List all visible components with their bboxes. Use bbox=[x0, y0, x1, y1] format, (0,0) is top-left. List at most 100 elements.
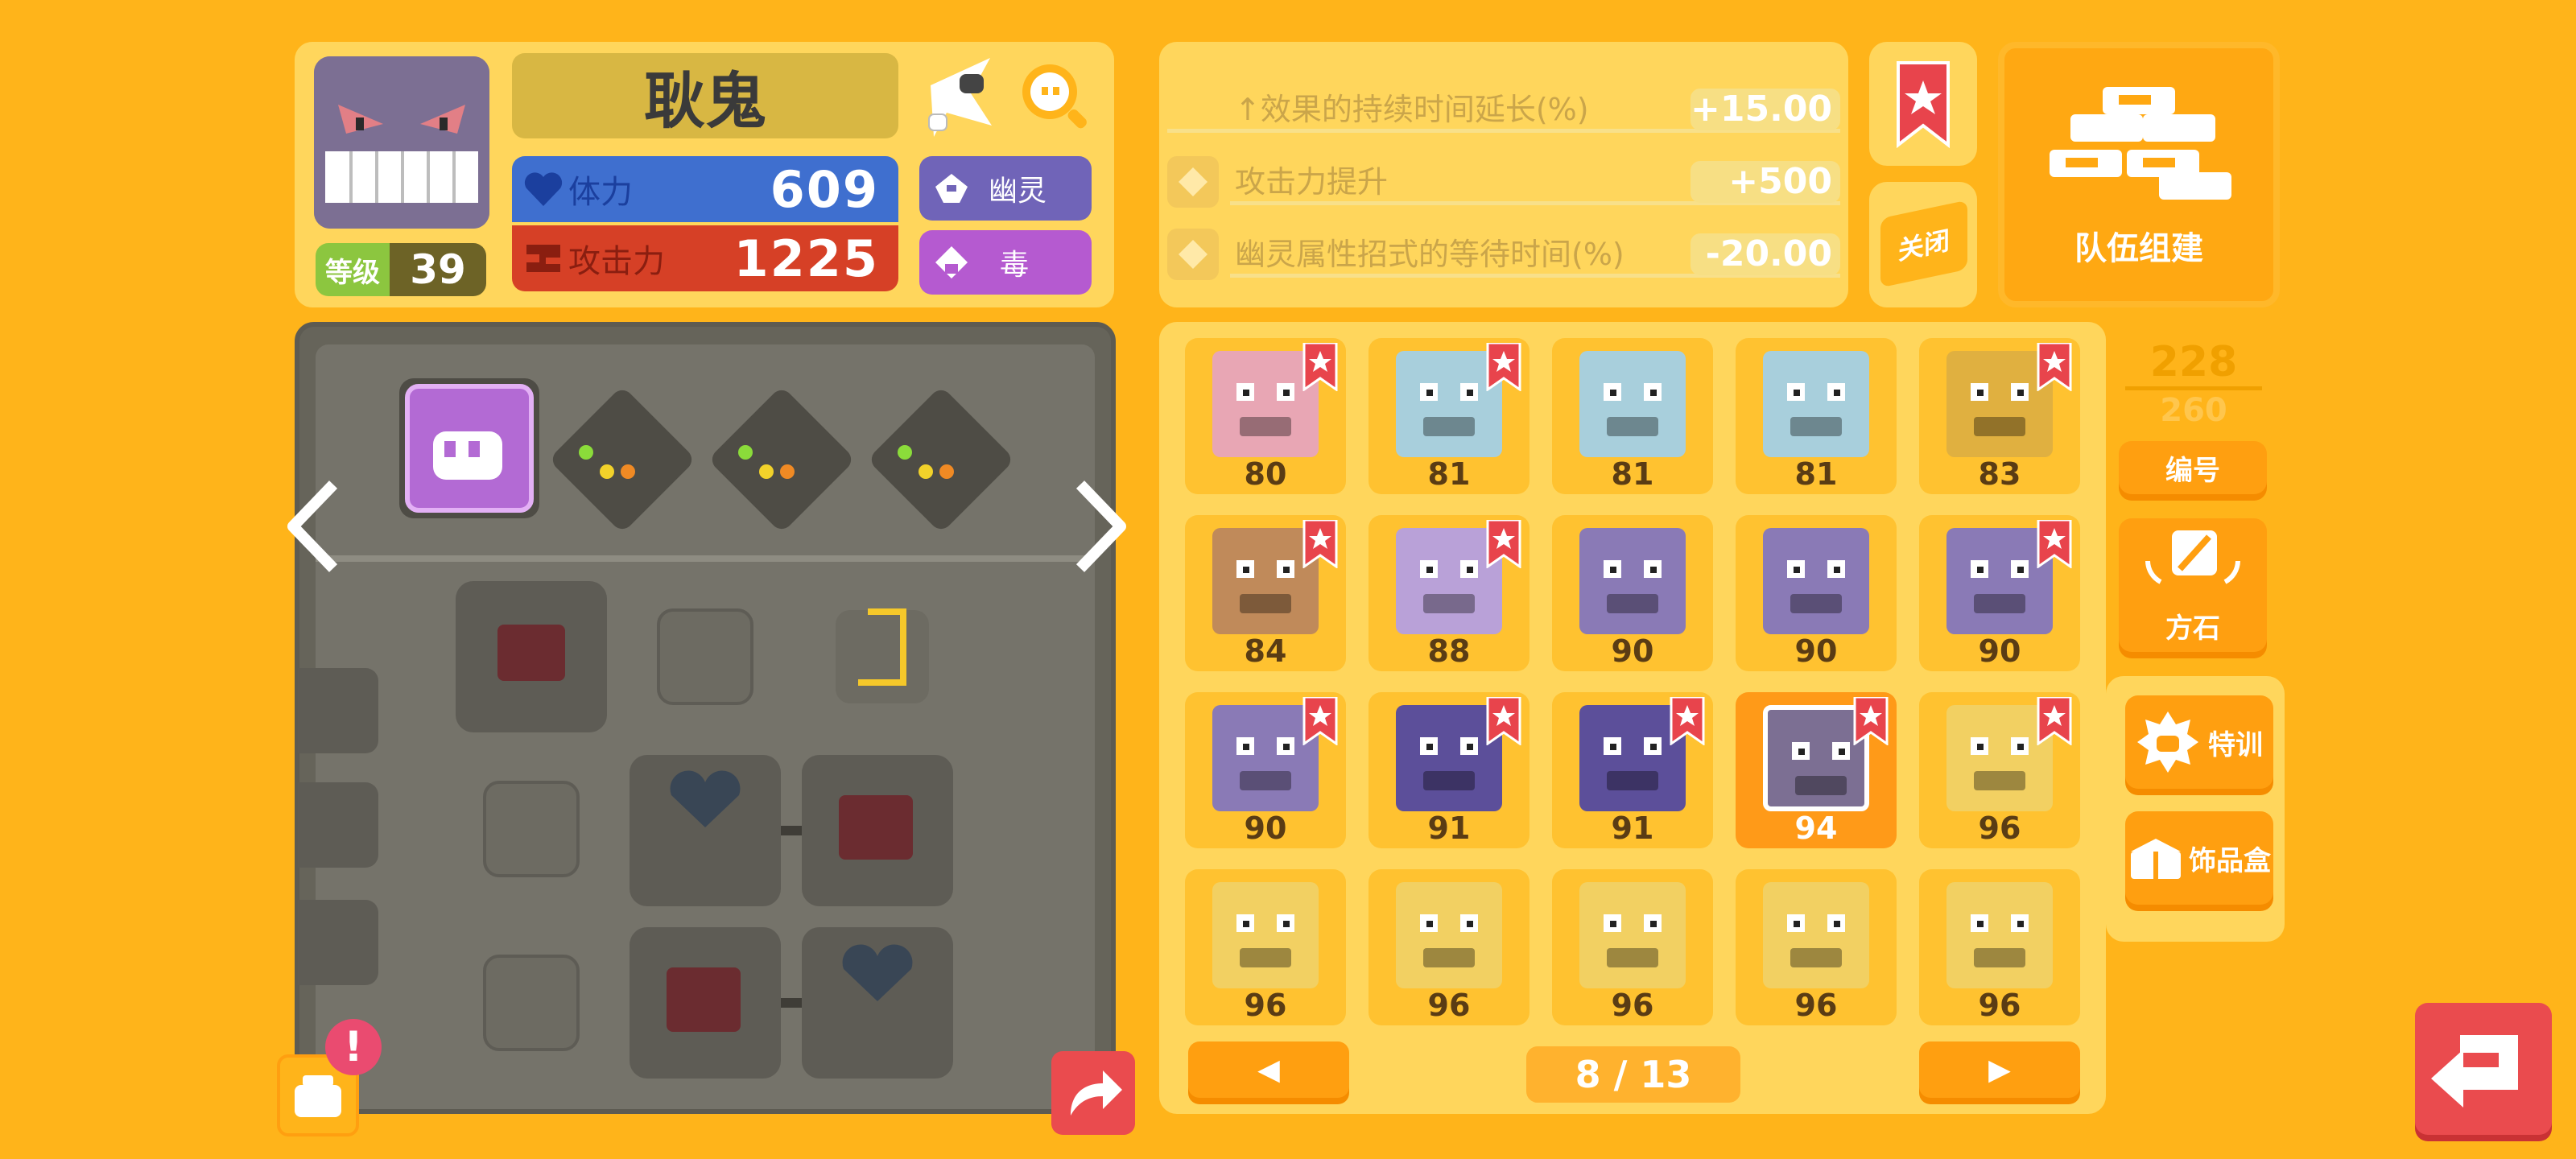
pokemon-slot[interactable]: 90 bbox=[1736, 515, 1897, 671]
heart-icon bbox=[524, 172, 563, 206]
next-page-button[interactable]: ▶ bbox=[1919, 1041, 2080, 1098]
prev-page-button[interactable]: ◀ bbox=[1188, 1041, 1349, 1098]
pokemon-slot[interactable]: 81 bbox=[1368, 338, 1530, 494]
pokemon-slot[interactable]: 96 bbox=[1552, 869, 1713, 1025]
search-button[interactable] bbox=[1018, 60, 1093, 135]
bookmark-star-icon bbox=[2037, 697, 2072, 745]
pokemon-sprite bbox=[1763, 528, 1869, 634]
bookmark-star-icon bbox=[1302, 697, 1338, 745]
pokemon-slot[interactable]: 96 bbox=[1368, 869, 1530, 1025]
hp-value: 609 bbox=[770, 159, 879, 219]
pokemon-info-panel: 等级 39 耿鬼 体力 609 攻击力 1225 幽灵 毒 bbox=[295, 42, 1114, 307]
team-build-label: 队伍组建 bbox=[2074, 230, 2203, 267]
pokemon-slot[interactable]: 96 bbox=[1185, 869, 1346, 1025]
side-tab-type[interactable] bbox=[298, 782, 378, 868]
sort-number-button[interactable]: 编号 bbox=[2119, 441, 2267, 494]
attack-stat: 攻击力 1225 bbox=[512, 225, 898, 291]
pokemon-level: 96 bbox=[1244, 988, 1287, 1023]
team-icon bbox=[2050, 87, 2231, 200]
pokemon-level: 96 bbox=[1427, 988, 1471, 1023]
team-build-button[interactable]: 队伍组建 bbox=[1998, 42, 2280, 307]
close-label: 关闭 bbox=[1897, 225, 1950, 266]
pokemon-slot[interactable]: 96 bbox=[1919, 692, 2080, 848]
bookmark-star-icon bbox=[2037, 520, 2072, 568]
pokemon-sprite bbox=[1396, 882, 1502, 988]
ghost-sprite-icon bbox=[928, 58, 992, 137]
close-button[interactable]: 关闭 bbox=[1880, 200, 1967, 288]
stones-label: 方石 bbox=[2165, 612, 2220, 645]
pokemon-slot[interactable]: 90 bbox=[1552, 515, 1713, 671]
pokemon-level: 81 bbox=[1427, 456, 1471, 492]
skill-stone-icon bbox=[1167, 156, 1219, 208]
share-button[interactable] bbox=[1051, 1051, 1135, 1135]
training-label: 特训 bbox=[2208, 728, 2263, 761]
attack-value: 1225 bbox=[733, 229, 879, 288]
stone-swap-icon bbox=[2145, 530, 2240, 584]
pokemon-level: 90 bbox=[1978, 633, 2021, 669]
pokemon-level: 96 bbox=[1978, 810, 2021, 846]
accessory-box-button[interactable]: 饰品盒 bbox=[2125, 811, 2273, 905]
pokemon-slot[interactable]: 90 bbox=[1919, 515, 2080, 671]
pokemon-level: 96 bbox=[1611, 988, 1654, 1023]
attack-label: 攻击力 bbox=[568, 243, 665, 280]
attack-icon bbox=[526, 245, 560, 272]
type-label: 毒 bbox=[1000, 249, 1030, 282]
bookmark-star-icon bbox=[2037, 343, 2072, 391]
pokemon-level: 96 bbox=[1794, 988, 1838, 1023]
pokemon-sprite bbox=[1212, 882, 1319, 988]
pokemon-level: 90 bbox=[1244, 810, 1287, 846]
pokemon-slot[interactable]: 96 bbox=[1919, 869, 2080, 1025]
skill-row: 攻击力提升 +500 bbox=[1167, 150, 1840, 214]
skill-row: ↑效果的持续时间延长(%) +15.00 bbox=[1167, 77, 1840, 142]
pokemon-name: 耿鬼 bbox=[512, 53, 898, 138]
pokemon-level: 91 bbox=[1611, 810, 1654, 846]
stone-board-graphic bbox=[316, 378, 1095, 1079]
training-icon bbox=[2137, 711, 2198, 773]
search-icon bbox=[1022, 64, 1087, 129]
pokemon-slot[interactable]: 91 bbox=[1368, 692, 1530, 848]
pokemon-slot[interactable]: 81 bbox=[1552, 338, 1713, 494]
type-badge-ghost: 幽灵 bbox=[919, 156, 1092, 221]
pokemon-level: 88 bbox=[1427, 633, 1471, 669]
bookmark-star-icon bbox=[1670, 697, 1705, 745]
type-badge-poison: 毒 bbox=[919, 230, 1092, 295]
bookmark-star-icon bbox=[1486, 520, 1521, 568]
hp-stat: 体力 609 bbox=[512, 156, 898, 222]
accessory-label: 饰品盒 bbox=[2189, 844, 2271, 877]
bookmark-toggle[interactable] bbox=[1869, 42, 1977, 166]
close-slot: 关闭 bbox=[1869, 182, 1977, 307]
notification-badge: ! bbox=[325, 1019, 382, 1075]
pokemon-slot[interactable]: 83 bbox=[1919, 338, 2080, 494]
back-icon bbox=[2431, 1035, 2518, 1107]
box-capacity: 260 bbox=[2160, 392, 2227, 429]
pokemon-level: 81 bbox=[1794, 456, 1838, 492]
back-button[interactable] bbox=[2415, 1003, 2552, 1135]
pokemon-slot[interactable]: 96 bbox=[1736, 869, 1897, 1025]
pokemon-slot[interactable]: 80 bbox=[1185, 338, 1346, 494]
pokemon-slot[interactable]: 84 bbox=[1185, 515, 1346, 671]
pokemon-sprite bbox=[1763, 351, 1869, 457]
level-label: 等级 bbox=[316, 243, 390, 296]
pokemon-slot[interactable]: 94 bbox=[1736, 692, 1897, 848]
prev-pokemon-arrow[interactable] bbox=[283, 478, 343, 575]
pokemon-slot[interactable]: 91 bbox=[1552, 692, 1713, 848]
side-tab-type2[interactable] bbox=[298, 900, 378, 985]
next-pokemon-arrow[interactable] bbox=[1071, 478, 1130, 575]
pokemon-sprite bbox=[1946, 882, 2053, 988]
pokemon-slot[interactable]: 88 bbox=[1368, 515, 1530, 671]
pokemon-level: 96 bbox=[1978, 988, 2021, 1023]
bookmark-star-icon bbox=[1486, 343, 1521, 391]
pokemon-slot[interactable]: 90 bbox=[1185, 692, 1346, 848]
pokemon-sprite bbox=[1579, 528, 1686, 634]
pokemon-level: 90 bbox=[1611, 633, 1654, 669]
pokemon-slot[interactable]: 81 bbox=[1736, 338, 1897, 494]
training-button[interactable]: 特训 bbox=[2125, 695, 2273, 789]
side-tab-move[interactable] bbox=[298, 668, 378, 753]
pokemon-level: 84 bbox=[1244, 633, 1287, 669]
type-label: 幽灵 bbox=[989, 175, 1047, 208]
skill-value: +500 bbox=[1690, 161, 1840, 203]
page-indicator: 8 / 13 bbox=[1526, 1046, 1740, 1103]
power-stones-button[interactable]: 方石 bbox=[2119, 518, 2267, 652]
prev-icon: ◀ bbox=[1257, 1053, 1280, 1087]
box-current: 228 bbox=[2125, 338, 2262, 390]
